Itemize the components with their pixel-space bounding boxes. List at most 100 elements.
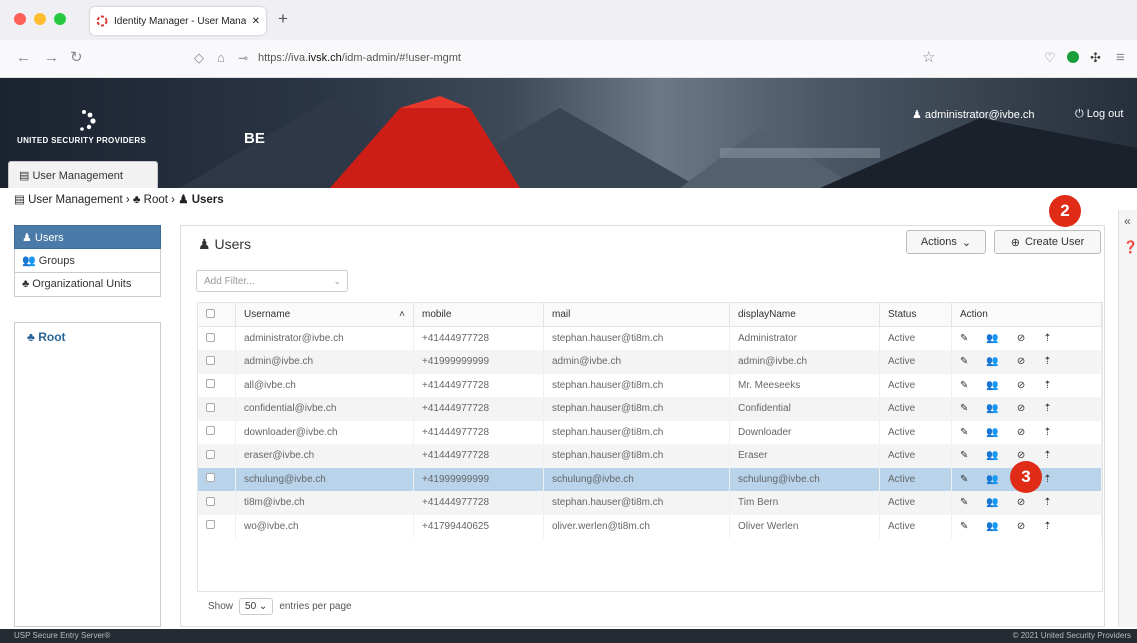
browser-tab[interactable]: Identity Manager - User Manage ✕ <box>90 7 266 35</box>
minimize-window-button[interactable] <box>34 13 46 25</box>
logout-button[interactable]: ⏻ Log out <box>1075 108 1123 121</box>
row-checkbox[interactable] <box>205 496 215 506</box>
disable-icon[interactable]: ⊘ <box>1017 427 1025 438</box>
row-select-cell[interactable] <box>197 326 236 350</box>
maximize-window-button[interactable] <box>54 13 66 25</box>
add-filter-select[interactable]: Add Filter... ⌄ <box>196 270 348 292</box>
groups-icon[interactable]: 👥 <box>986 380 998 391</box>
unlock-icon[interactable]: ⇡ <box>1043 403 1051 414</box>
table-row[interactable]: downloader@ivbe.ch +41444977728 stephan.ha… <box>197 420 1102 444</box>
create-user-button[interactable]: ⊕ Create User <box>994 230 1101 254</box>
unlock-icon[interactable]: ⇡ <box>1043 380 1051 391</box>
groups-icon[interactable]: 👥 <box>986 403 998 414</box>
key-icon[interactable]: ⊸ <box>238 50 248 66</box>
row-checkbox[interactable] <box>205 473 215 483</box>
select-all-column[interactable] <box>197 302 236 327</box>
unlock-icon[interactable]: ⇡ <box>1043 474 1051 485</box>
unlock-icon[interactable]: ⇡ <box>1043 450 1051 461</box>
tree-node-root[interactable]: ♣ Root <box>15 323 160 351</box>
row-select-cell[interactable] <box>197 514 236 538</box>
edit-icon[interactable]: ✎ <box>960 427 968 438</box>
unlock-icon[interactable]: ⇡ <box>1043 356 1051 367</box>
sidebar-item-groups[interactable]: 👥 Groups <box>14 249 161 273</box>
column-status[interactable]: Status <box>879 302 952 327</box>
lock-icon[interactable]: ⌂ <box>217 50 225 66</box>
table-row[interactable]: administrator@ivbe.ch +41444977728 stephan… <box>197 326 1102 350</box>
edit-icon[interactable]: ✎ <box>960 497 968 508</box>
disable-icon[interactable]: ⊘ <box>1017 450 1025 461</box>
row-select-cell[interactable] <box>197 350 236 374</box>
breadcrumb-root[interactable]: ♣ Root <box>133 194 168 206</box>
extension-icon[interactable] <box>1066 50 1080 64</box>
sort-asc-icon[interactable]: ˄ <box>399 309 405 320</box>
column-displayname[interactable]: displayName <box>729 302 880 327</box>
disable-icon[interactable]: ⊘ <box>1017 497 1025 508</box>
table-row[interactable]: admin@ivbe.ch +41999999999 admin@ivbe.ch ad… <box>197 350 1102 374</box>
edit-icon[interactable]: ✎ <box>960 333 968 344</box>
groups-icon[interactable]: 👥 <box>986 427 998 438</box>
groups-icon[interactable]: 👥 <box>986 333 998 344</box>
collapse-panel-icon[interactable]: « <box>1119 210 1137 232</box>
pocket-icon[interactable]: ♡ <box>1044 50 1056 66</box>
table-row[interactable]: eraser@ivbe.ch +41444977728 stephan.hauser… <box>197 444 1102 468</box>
column-mobile[interactable]: mobile <box>413 302 544 327</box>
disable-icon[interactable]: ⊘ <box>1017 380 1025 391</box>
groups-icon[interactable]: 👥 <box>986 497 998 508</box>
menu-icon[interactable]: ≡ <box>1116 50 1125 66</box>
row-checkbox[interactable] <box>205 426 215 436</box>
row-checkbox[interactable] <box>205 355 215 365</box>
close-tab-icon[interactable]: ✕ <box>252 16 260 27</box>
new-tab-icon[interactable]: + <box>278 9 288 29</box>
unlock-icon[interactable]: ⇡ <box>1043 333 1051 344</box>
row-select-cell[interactable] <box>197 373 236 397</box>
edit-icon[interactable]: ✎ <box>960 356 968 367</box>
row-select-cell[interactable] <box>197 491 236 515</box>
disable-icon[interactable]: ⊘ <box>1017 521 1025 532</box>
unlock-icon[interactable]: ⇡ <box>1043 521 1051 532</box>
extension-puzzle-icon[interactable]: ✣ <box>1090 50 1101 66</box>
address-bar[interactable]: https://iva.ivsk.ch/idm-admin/#!user-mgm… <box>258 52 461 64</box>
row-checkbox[interactable] <box>205 449 215 459</box>
shield-icon[interactable]: ◇ <box>194 50 204 66</box>
bookmark-star-icon[interactable]: ☆ <box>922 50 935 66</box>
unlock-icon[interactable]: ⇡ <box>1043 427 1051 438</box>
disable-icon[interactable]: ⊘ <box>1017 403 1025 414</box>
row-select-cell[interactable] <box>197 467 236 491</box>
close-window-button[interactable] <box>14 13 26 25</box>
table-row[interactable]: schulung@ivbe.ch +41999999999 schulung@ivb… <box>197 467 1102 491</box>
disable-icon[interactable]: ⊘ <box>1017 356 1025 367</box>
disable-icon[interactable]: ⊘ <box>1017 333 1025 344</box>
edit-icon[interactable]: ✎ <box>960 380 968 391</box>
column-username[interactable]: Username ˄ <box>235 302 414 327</box>
breadcrumb-user-management[interactable]: ▤ User Management <box>14 194 123 206</box>
row-select-cell[interactable] <box>197 444 236 468</box>
select-all-checkbox[interactable] <box>206 308 215 318</box>
sidebar-item-organizational-units[interactable]: ♣ Organizational Units <box>14 273 161 297</box>
sidebar-item-users[interactable]: ♟ Users <box>14 225 161 249</box>
column-mail[interactable]: mail <box>543 302 730 327</box>
groups-icon[interactable]: 👥 <box>986 356 998 367</box>
table-row[interactable]: confidential@ivbe.ch +41444977728 stephan.… <box>197 397 1102 421</box>
current-user[interactable]: ♟ administrator@ivbe.ch <box>912 108 1035 121</box>
edit-icon[interactable]: ✎ <box>960 474 968 485</box>
table-row[interactable]: all@ivbe.ch +41444977728 stephan.hauser@ti… <box>197 373 1102 397</box>
actions-dropdown[interactable]: Actions ⌄ <box>906 230 986 254</box>
back-icon[interactable]: ← <box>16 50 31 66</box>
help-icon[interactable]: ❓ <box>1119 232 1137 262</box>
table-row[interactable]: wo@ivbe.ch +41799440625 oliver.werlen@ti8m… <box>197 514 1102 538</box>
row-checkbox[interactable] <box>205 402 215 412</box>
row-select-cell[interactable] <box>197 420 236 444</box>
edit-icon[interactable]: ✎ <box>960 450 968 461</box>
row-checkbox[interactable] <box>205 379 215 389</box>
row-checkbox[interactable] <box>205 520 215 530</box>
reload-icon[interactable]: ↻ <box>70 50 83 66</box>
edit-icon[interactable]: ✎ <box>960 521 968 532</box>
groups-icon[interactable]: 👥 <box>986 521 998 532</box>
row-checkbox[interactable] <box>205 332 215 342</box>
row-select-cell[interactable] <box>197 397 236 421</box>
groups-icon[interactable]: 👥 <box>986 474 998 485</box>
tab-user-management[interactable]: ▤ User Management <box>8 161 158 188</box>
edit-icon[interactable]: ✎ <box>960 403 968 414</box>
page-size-select[interactable]: 50 ⌄ <box>239 598 274 615</box>
unlock-icon[interactable]: ⇡ <box>1043 497 1051 508</box>
